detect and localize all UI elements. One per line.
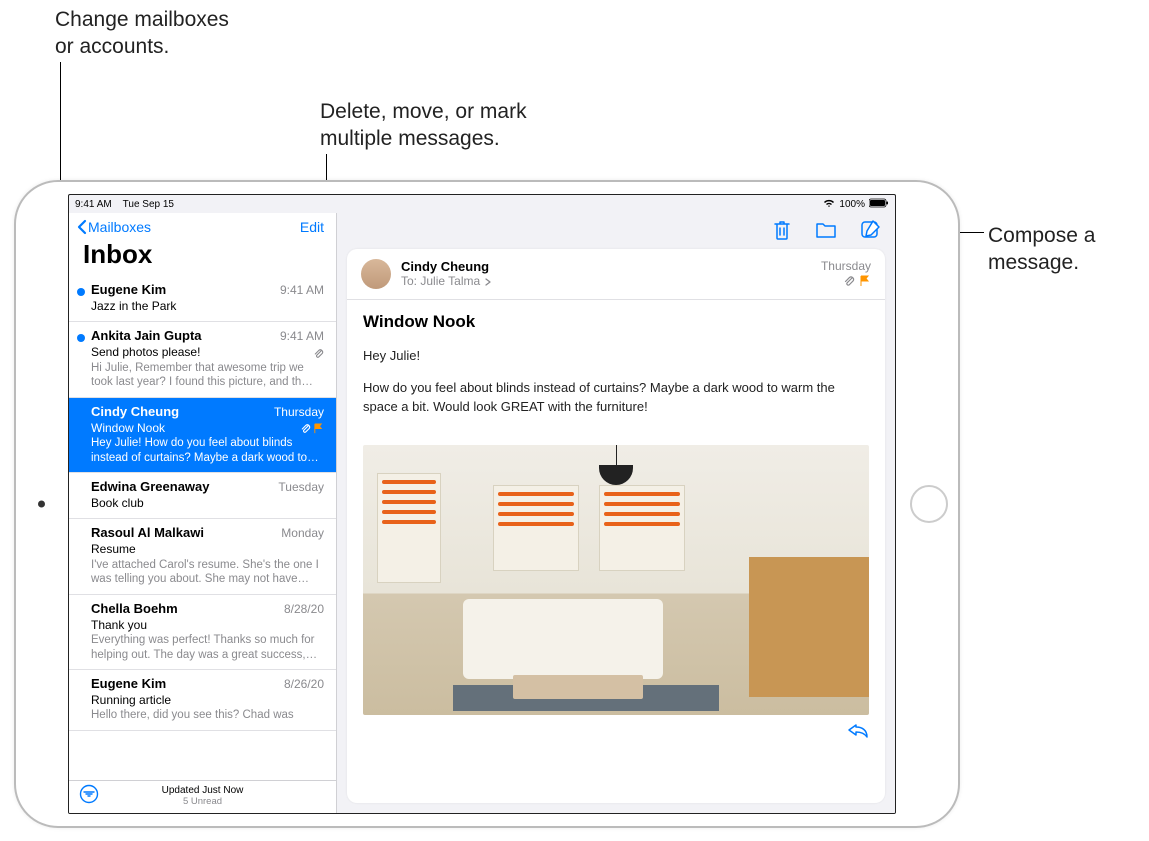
msg-preview: Hey Julie! How do you feel about blinds … — [91, 436, 324, 465]
inbox-title: Inbox — [69, 237, 336, 276]
edit-button[interactable]: Edit — [300, 219, 324, 235]
message-list[interactable]: Eugene Kim 9:41 AM Jazz in the Park Ankita … — [69, 276, 336, 780]
msg-date: 9:41 AM — [280, 283, 324, 299]
mail-header: Cindy Cheung To: Julie Talma Thursday — [347, 249, 885, 300]
msg-sender: Ankita Jain Gupta — [91, 328, 202, 345]
reply-bar — [347, 715, 885, 752]
msg-preview: Everything was perfect! Thanks so much f… — [91, 633, 324, 662]
msg-preview: Hello there, did you see this? Chad was — [91, 708, 324, 722]
reply-icon — [847, 721, 869, 739]
wifi-icon — [823, 198, 835, 211]
sidebar: Mailboxes Edit Inbox Eugene Kim 9:41 AM Ja… — [69, 213, 337, 813]
battery-icon — [869, 198, 889, 211]
camera-dot — [38, 501, 45, 508]
msg-date: Thursday — [274, 405, 324, 421]
msg-subject: Resume — [91, 542, 136, 558]
msg-date: 8/28/20 — [284, 602, 324, 618]
toolbar — [337, 213, 895, 245]
mailboxes-back-button[interactable]: Mailboxes — [77, 219, 151, 235]
filter-icon — [79, 784, 99, 804]
msg-subject: Send photos please! — [91, 345, 200, 361]
msg-date: Tuesday — [278, 480, 324, 496]
status-time: 9:41 AM — [75, 199, 112, 210]
msg-subject: Jazz in the Park — [91, 299, 176, 315]
message-item[interactable]: Edwina Greenaway Tuesday Book club — [69, 473, 336, 519]
mail-to-row[interactable]: To: Julie Talma — [401, 274, 811, 288]
move-button[interactable] — [815, 219, 837, 241]
mail-body-text: How do you feel about blinds instead of … — [363, 378, 869, 417]
mail-body: Hey Julie! How do you feel about blinds … — [347, 336, 885, 439]
compose-icon — [859, 219, 881, 241]
msg-subject: Window Nook — [91, 421, 165, 437]
flag-icon — [859, 275, 871, 287]
back-label: Mailboxes — [88, 219, 151, 235]
ipad-frame: 9:41 AM Tue Sep 15 100% — [14, 180, 960, 828]
message-item[interactable]: Eugene Kim 8/26/20 Running articleHello th… — [69, 670, 336, 731]
msg-date: 8/26/20 — [284, 677, 324, 693]
message-item[interactable]: Ankita Jain Gupta 9:41 AM Send photos plea… — [69, 322, 336, 397]
compose-button[interactable] — [859, 219, 881, 241]
mail-date: Thursday — [821, 259, 871, 273]
message-item[interactable]: Chella Boehm 8/28/20 Thank youEverything w… — [69, 595, 336, 670]
trash-icon — [772, 219, 792, 241]
home-button[interactable] — [910, 485, 948, 523]
unread-dot — [77, 334, 85, 342]
paperclip-icon — [313, 348, 324, 359]
mail-card: Cindy Cheung To: Julie Talma Thursday — [347, 249, 885, 803]
msg-sender: Eugene Kim — [91, 282, 166, 299]
message-item[interactable]: Cindy Cheung Thursday Window NookHey Julie… — [69, 398, 336, 473]
mail-subject: Window Nook — [347, 300, 885, 336]
mail-greeting: Hey Julie! — [363, 346, 869, 366]
msg-preview: I've attached Carol's resume. She's the … — [91, 558, 324, 587]
battery-pct: 100% — [839, 199, 865, 210]
msg-date: Monday — [281, 526, 324, 542]
folder-icon — [815, 220, 837, 240]
footer-unread: 5 Unread — [79, 796, 326, 807]
chevron-left-icon — [77, 219, 87, 235]
delete-button[interactable] — [771, 219, 793, 241]
message-item[interactable]: Eugene Kim 9:41 AM Jazz in the Park — [69, 276, 336, 322]
callout-mailboxes: Change mailboxes or accounts. — [55, 6, 229, 61]
msg-preview: Hi Julie, Remember that awesome trip we … — [91, 361, 324, 390]
msg-subject: Running article — [91, 693, 171, 709]
msg-sender: Chella Boehm — [91, 601, 178, 618]
sidebar-footer: Updated Just Now 5 Unread — [69, 780, 336, 813]
msg-sender: Cindy Cheung — [91, 404, 179, 421]
msg-sender: Rasoul Al Malkawi — [91, 525, 204, 542]
status-date: Tue Sep 15 — [123, 199, 174, 210]
flag-icon — [313, 423, 324, 434]
msg-date: 9:41 AM — [280, 329, 324, 345]
msg-sender: Eugene Kim — [91, 676, 166, 693]
msg-subject: Thank you — [91, 618, 147, 634]
unread-dot — [77, 288, 85, 296]
to-label: To: — [401, 274, 417, 288]
msg-sender: Edwina Greenaway — [91, 479, 210, 496]
filter-button[interactable] — [79, 784, 99, 809]
detail-pane: Cindy Cheung To: Julie Talma Thursday — [337, 213, 895, 813]
message-item[interactable]: Rasoul Al Malkawi Monday ResumeI've attach… — [69, 519, 336, 594]
reply-button[interactable] — [847, 721, 869, 744]
status-bar: 9:41 AM Tue Sep 15 100% — [69, 195, 895, 213]
chevron-right-icon — [484, 278, 492, 286]
mail-attachment-image[interactable] — [363, 445, 869, 715]
screen: 9:41 AM Tue Sep 15 100% — [68, 194, 896, 814]
mail-from[interactable]: Cindy Cheung — [401, 259, 811, 274]
paperclip-icon — [300, 423, 311, 434]
avatar[interactable] — [361, 259, 391, 289]
to-name: Julie Talma — [420, 274, 480, 288]
msg-subject: Book club — [91, 496, 144, 512]
callout-compose: Compose a message. — [988, 222, 1095, 277]
footer-status: Updated Just Now — [79, 785, 326, 796]
callout-edit: Delete, move, or mark multiple messages. — [320, 98, 527, 153]
paperclip-icon — [843, 275, 855, 287]
sidebar-nav: Mailboxes Edit — [69, 213, 336, 237]
